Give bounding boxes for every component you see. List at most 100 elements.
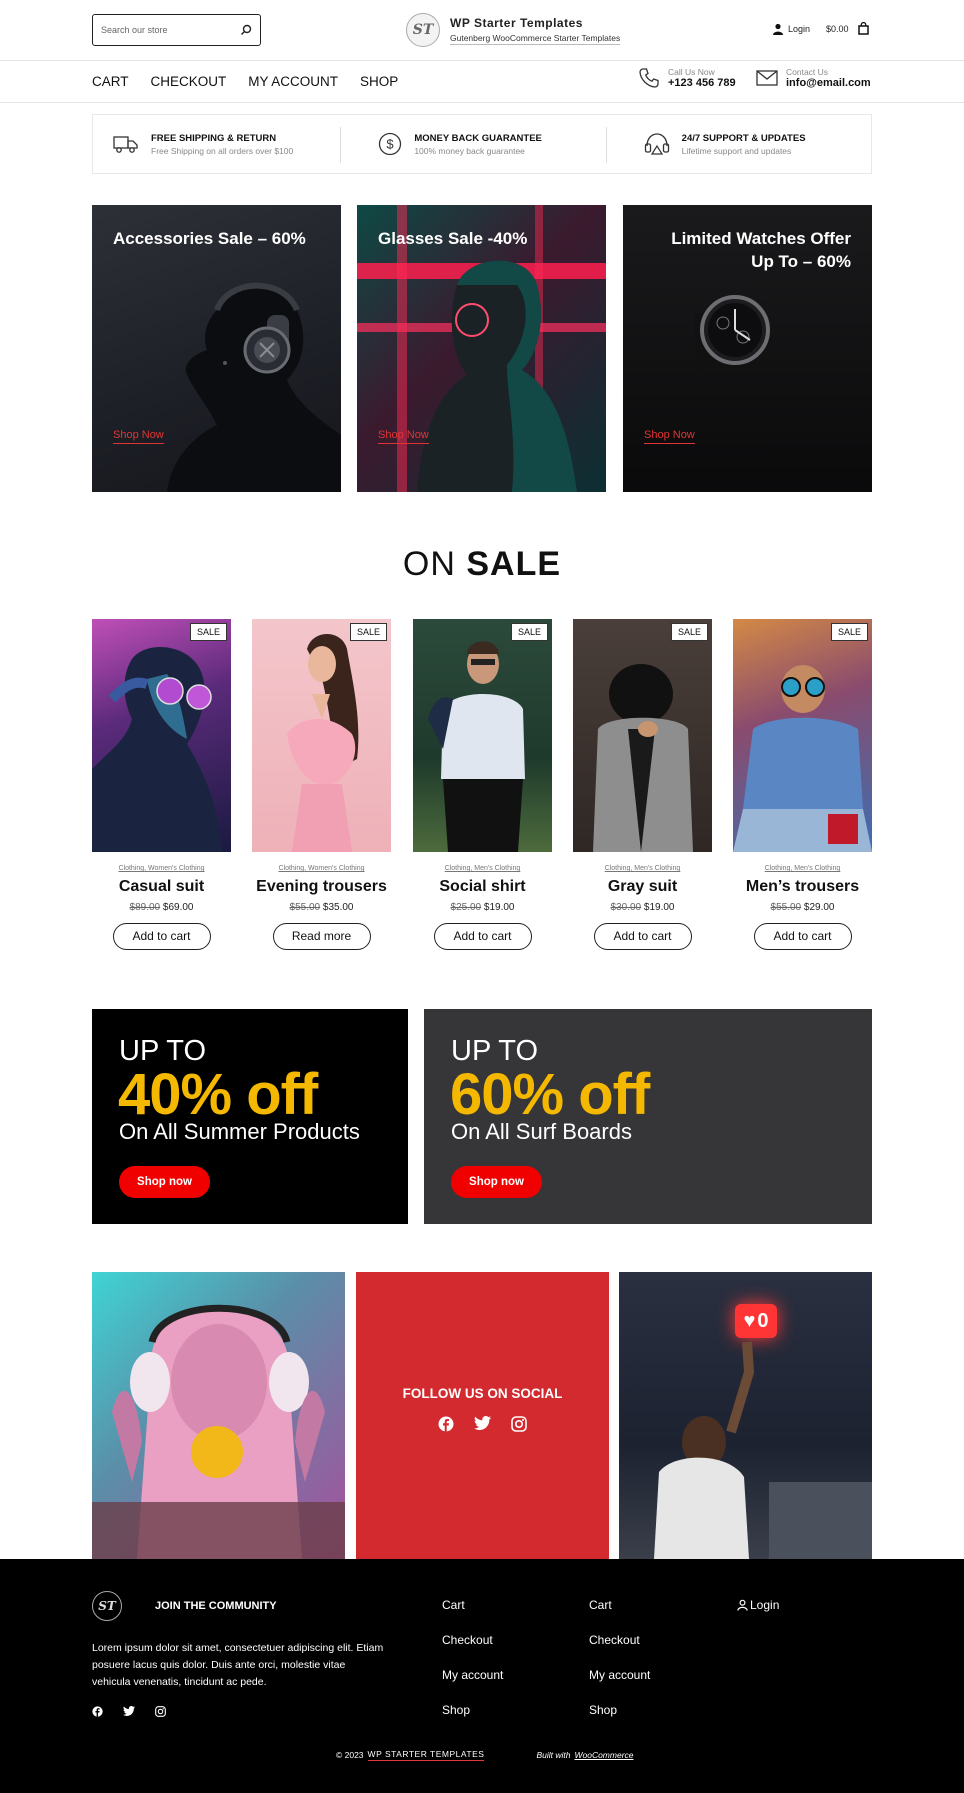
facebook-icon[interactable] (438, 1416, 454, 1432)
man-reaching-image (654, 1341, 872, 1559)
add-to-cart-button[interactable]: Add to cart (593, 923, 692, 950)
category-link[interactable]: Clothing (765, 865, 791, 872)
nav-divider (0, 102, 964, 103)
facebook-icon[interactable] (92, 1706, 103, 1717)
category-link[interactable]: Women's Clothing (308, 865, 364, 872)
sale-price: $69.00 (162, 902, 194, 913)
product-name[interactable]: Casual suit (92, 878, 231, 896)
promo-summer: UP TO 40% off On All Summer Products Sho… (92, 1009, 408, 1224)
instagram-icon[interactable] (511, 1416, 527, 1432)
product-card: SALE Clothing, Women's Clothing Casual s… (92, 619, 231, 950)
contact-phone[interactable]: Call Us Now +123 456 789 (638, 67, 736, 89)
category-link[interactable]: Clothing (605, 865, 631, 872)
site-footer: ST JOIN THE COMMUNITY Lorem ipsum dolor … (0, 1559, 964, 1793)
sale-badge: SALE (510, 623, 548, 641)
promo-subtitle: On All Summer Products (119, 1119, 360, 1144)
shop-now-link[interactable]: Shop Now (378, 429, 429, 444)
headphones-model-image (167, 282, 341, 492)
main-nav: CART CHECKOUT MY ACCOUNT SHOP (92, 74, 398, 89)
sale-price: $29.00 (803, 902, 835, 913)
category-link[interactable]: Clothing (278, 865, 304, 872)
banner-title: Glasses Sale -40% (378, 229, 528, 248)
read-more-button[interactable]: Read more (272, 923, 371, 950)
banner-accessories[interactable]: Accessories Sale – 60% Shop Now (92, 205, 341, 492)
product-price: $25.00 $19.00 (413, 902, 552, 913)
product-categories[interactable]: Clothing, Women's Clothing (252, 865, 391, 872)
category-link[interactable]: Clothing (445, 865, 471, 872)
footer-link-checkout[interactable]: Checkout (442, 1633, 503, 1647)
footer-login[interactable]: Login (737, 1598, 779, 1612)
nav-checkout[interactable]: CHECKOUT (151, 74, 227, 89)
twitter-icon[interactable] (123, 1706, 135, 1716)
phone-icon (639, 68, 659, 88)
footer-join-title: JOIN THE COMMUNITY (155, 1600, 277, 1612)
footer-logo[interactable]: ST (92, 1591, 122, 1621)
sale-price: $35.00 (322, 902, 354, 913)
site-brand[interactable]: ST WP Starter Templates Gutenberg WooCom… (406, 13, 621, 47)
search-icon[interactable] (240, 24, 252, 36)
footer-link-cart[interactable]: Cart (442, 1598, 503, 1612)
shop-now-link[interactable]: Shop Now (113, 429, 164, 444)
product-card: SALE Clothing, Men's Clothing Men’s trou… (733, 619, 872, 950)
product-image[interactable]: SALE (733, 619, 872, 852)
email-address: info@email.com (786, 77, 871, 89)
add-to-cart-button[interactable]: Add to cart (433, 923, 532, 950)
sale-price: $19.00 (483, 902, 515, 913)
product-price: $55.00 $29.00 (733, 902, 872, 913)
twitter-icon[interactable] (474, 1416, 491, 1430)
product-categories[interactable]: Clothing, Men's Clothing (573, 865, 712, 872)
shop-now-button[interactable]: Shop now (451, 1166, 542, 1198)
contact-email[interactable]: Contact Us info@email.com (756, 67, 871, 89)
category-link[interactable]: Women's Clothing (148, 865, 204, 872)
woocommerce-link[interactable]: WooCommerce (574, 1750, 633, 1760)
feature-shipping: FREE SHIPPING & RETURN Free Shipping on a… (93, 115, 340, 173)
product-image[interactable]: SALE (252, 619, 391, 852)
woman-pink-dress-image (287, 634, 359, 852)
add-to-cart-button[interactable]: Add to cart (753, 923, 852, 950)
nav-cart[interactable]: CART (92, 74, 129, 89)
nav-shop[interactable]: SHOP (360, 74, 398, 89)
sale-price: $19.00 (643, 902, 675, 913)
mail-label: Contact Us (786, 67, 829, 77)
product-name[interactable]: Evening trousers (252, 878, 391, 896)
shop-now-link[interactable]: Shop Now (644, 429, 695, 444)
site-logo: ST (406, 13, 440, 47)
man-denim-image (733, 665, 872, 852)
mail-icon (756, 70, 778, 86)
sale-badge: SALE (189, 623, 227, 641)
banner-title: Accessories Sale – 60% (113, 229, 306, 248)
login-link[interactable]: Login (788, 24, 810, 34)
shop-now-button[interactable]: Shop now (119, 1166, 210, 1198)
category-link[interactable]: Men's Clothing (634, 865, 680, 872)
brand-link[interactable]: WP STARTER TEMPLATES (367, 1749, 485, 1761)
bag-icon[interactable] (857, 22, 869, 35)
category-link[interactable]: Clothing (118, 865, 144, 872)
banner-watches[interactable]: Limited Watches Offer Up To – 60% Shop N… (623, 205, 872, 492)
category-link[interactable]: Men's Clothing (474, 865, 520, 872)
nav-my-account[interactable]: MY ACCOUNT (248, 74, 338, 89)
banner-glasses[interactable]: Glasses Sale -40% Shop Now (357, 205, 606, 492)
product-categories[interactable]: Clothing, Women's Clothing (92, 865, 231, 872)
instagram-icon[interactable] (155, 1706, 166, 1717)
product-name[interactable]: Social shirt (413, 878, 552, 896)
old-price: $25.00 (450, 902, 482, 913)
add-to-cart-button[interactable]: Add to cart (112, 923, 211, 950)
footer-link-my-account[interactable]: My account (589, 1668, 650, 1682)
footer-link-shop[interactable]: Shop (442, 1703, 503, 1717)
footer-menu-1: Cart Checkout My account Shop (442, 1598, 503, 1717)
product-name[interactable]: Gray suit (573, 878, 712, 896)
product-categories[interactable]: Clothing, Men's Clothing (733, 865, 872, 872)
banner-title-line2: Up To – 60% (751, 252, 851, 271)
footer-link-my-account[interactable]: My account (442, 1668, 503, 1682)
product-image[interactable]: SALE (573, 619, 712, 852)
cart-total[interactable]: $0.00 (826, 24, 849, 34)
category-link[interactable]: Men's Clothing (794, 865, 840, 872)
product-name[interactable]: Men’s trousers (733, 878, 872, 896)
footer-link-checkout[interactable]: Checkout (589, 1633, 650, 1647)
search-input[interactable]: Search our store (92, 14, 261, 46)
product-image[interactable]: SALE (92, 619, 231, 852)
product-image[interactable]: SALE (413, 619, 552, 852)
footer-link-shop[interactable]: Shop (589, 1703, 650, 1717)
product-categories[interactable]: Clothing, Men's Clothing (413, 865, 552, 872)
footer-link-cart[interactable]: Cart (589, 1598, 650, 1612)
